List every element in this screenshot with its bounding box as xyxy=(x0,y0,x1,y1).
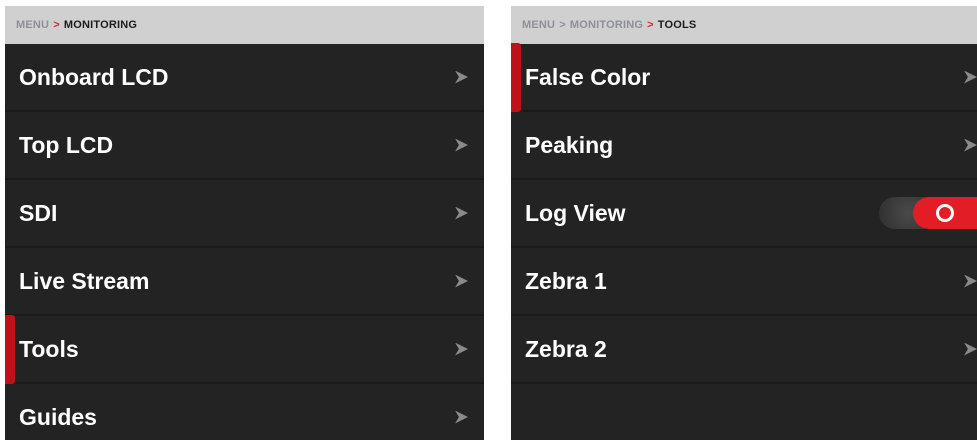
menu-item-log-view: Log View xyxy=(511,180,977,248)
menu-item-peaking[interactable]: Peaking xyxy=(511,112,977,180)
breadcrumb-menu[interactable]: MENU xyxy=(16,19,49,31)
chevron-right-icon xyxy=(455,274,468,288)
breadcrumb-separator: > xyxy=(647,19,654,31)
menu-item-label: False Color xyxy=(525,63,651,90)
menu-item-label: Log View xyxy=(525,199,626,226)
menu-item-label: Top LCD xyxy=(19,131,114,158)
toggle-knob-icon xyxy=(936,204,954,222)
menu-item-label: Zebra 2 xyxy=(525,335,607,362)
chevron-right-icon xyxy=(455,70,468,84)
chevron-right-icon xyxy=(964,274,977,288)
breadcrumb-menu[interactable]: MENU xyxy=(522,19,555,31)
breadcrumb-current: TOOLS xyxy=(657,19,697,31)
menu-item-top-lcd[interactable]: Top LCD xyxy=(5,112,484,180)
chevron-right-icon xyxy=(964,138,977,152)
chevron-right-icon xyxy=(455,410,468,424)
menu-item-sdi[interactable]: SDI xyxy=(5,180,484,248)
menu-item-label: Guides xyxy=(19,403,97,430)
menu-item-zebra-2[interactable]: Zebra 2 xyxy=(511,316,977,384)
menu-item-false-color[interactable]: False Color xyxy=(511,43,977,112)
chevron-right-icon xyxy=(964,342,977,356)
breadcrumb-separator: > xyxy=(559,19,566,31)
breadcrumb: MENU > MONITORING > TOOLS xyxy=(511,6,977,44)
menu-item-label: Tools xyxy=(19,335,79,362)
menu-item-live-stream[interactable]: Live Stream xyxy=(5,248,484,316)
chevron-right-icon xyxy=(455,206,468,220)
menu-item-label: Zebra 1 xyxy=(525,267,607,294)
monitoring-menu-panel: MENU > MONITORING Onboard LCD Top LCD SD… xyxy=(5,6,484,440)
menu-item-label: SDI xyxy=(19,199,58,226)
menu-item-label: Peaking xyxy=(525,131,614,158)
breadcrumb-separator: > xyxy=(53,19,60,31)
breadcrumb-current: MONITORING xyxy=(63,19,138,31)
selection-indicator xyxy=(511,43,521,112)
menu-item-label: Onboard LCD xyxy=(19,63,169,90)
menu-item-zebra-1[interactable]: Zebra 1 xyxy=(511,248,977,316)
breadcrumb-parent[interactable]: MONITORING xyxy=(570,19,643,31)
log-view-toggle[interactable] xyxy=(879,197,977,229)
chevron-right-icon xyxy=(964,70,977,84)
chevron-right-icon xyxy=(455,342,468,356)
chevron-right-icon xyxy=(455,138,468,152)
selection-indicator xyxy=(5,315,15,384)
menu-item-onboard-lcd[interactable]: Onboard LCD xyxy=(5,44,484,112)
menu-item-guides[interactable]: Guides xyxy=(5,384,484,440)
menu-item-tools[interactable]: Tools xyxy=(5,315,484,384)
tools-menu-panel: MENU > MONITORING > TOOLS False Color Pe… xyxy=(511,6,977,440)
breadcrumb: MENU > MONITORING xyxy=(5,6,484,44)
menu-item-label: Live Stream xyxy=(19,267,150,294)
